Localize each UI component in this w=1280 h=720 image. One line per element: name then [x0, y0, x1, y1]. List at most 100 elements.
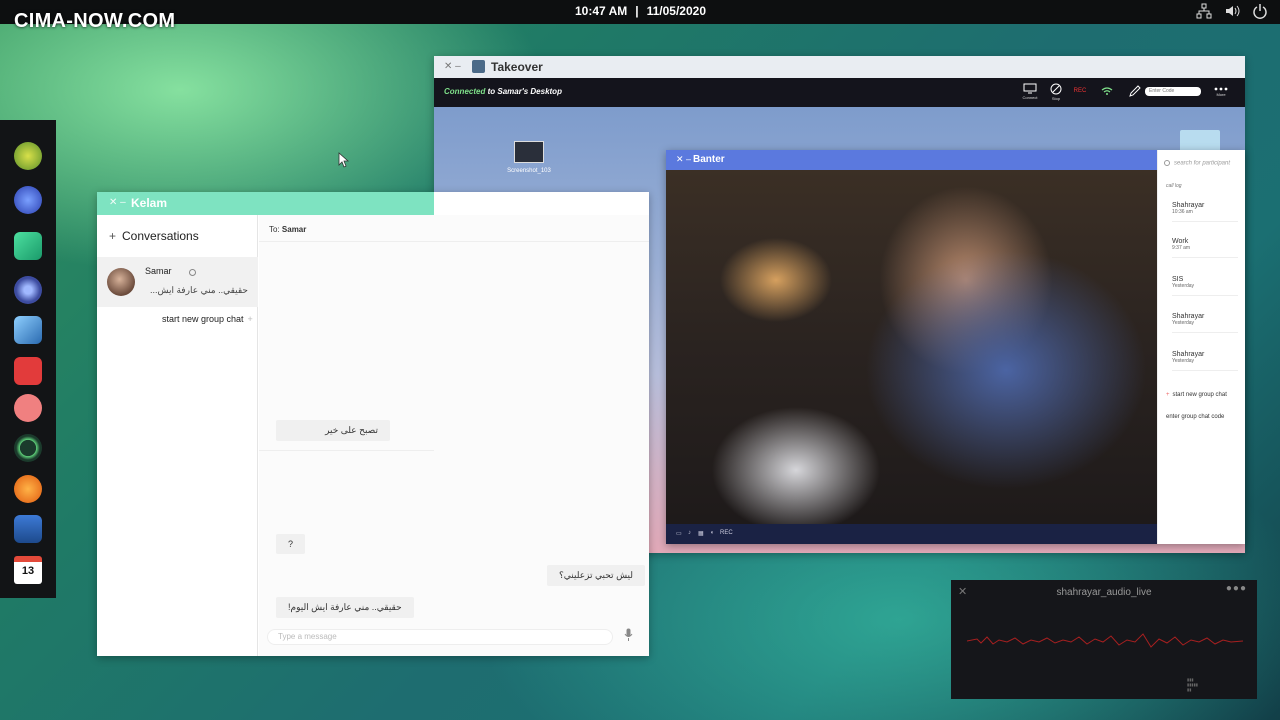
audio-app-icon[interactable]: [14, 394, 42, 422]
time-app-icon[interactable]: [14, 434, 42, 462]
calendar-app-icon[interactable]: 13: [14, 556, 42, 584]
more-button[interactable]: More: [1210, 87, 1232, 97]
monitor-icon: [1023, 83, 1037, 94]
video-rec-label[interactable]: REC: [720, 530, 733, 536]
call-log-name: SIS: [1172, 276, 1184, 283]
start-group-chat-link[interactable]: + start new group chat: [1166, 392, 1227, 398]
stop-button[interactable]: Stop: [1045, 83, 1067, 101]
message-bubble-outgoing: ليش تحبي تزعليني؟: [547, 565, 645, 586]
connect-label: Connect: [1022, 95, 1038, 100]
connect-button[interactable]: Connect: [1019, 83, 1041, 100]
window-controls[interactable]: ✕ –: [676, 154, 691, 165]
message-bubble: حقيقي.. مني عارفة ايش اليوم!: [276, 597, 414, 618]
call-log-item[interactable]: Shahrayar Yesterday: [1172, 313, 1238, 333]
pen-icon: [1128, 85, 1141, 97]
record-button[interactable]: REC: [1069, 88, 1091, 94]
video-controls: ▭ ♪ ▦ ◖ REC: [666, 524, 1157, 544]
plus-icon: +: [1166, 392, 1170, 398]
call-log-item[interactable]: Shahrayar 10:36 am: [1172, 202, 1238, 222]
video-feed: [666, 170, 1157, 524]
network-icon[interactable]: [1196, 3, 1212, 19]
microphone-icon[interactable]: [624, 628, 633, 642]
enter-code-input[interactable]: Enter Code: [1145, 87, 1201, 96]
to-label: To:: [269, 225, 280, 234]
grid-icon[interactable]: ▦: [698, 530, 704, 537]
top-bar: 10:47 AM | 11/05/2020: [0, 0, 1280, 24]
call-log-time: Yesterday: [1172, 320, 1195, 326]
speaker-icon[interactable]: ◖: [710, 530, 714, 536]
wifi-icon: [1101, 87, 1113, 95]
search-placeholder: search for participant: [1174, 160, 1231, 167]
planet-app-icon[interactable]: [14, 475, 42, 503]
call-log-name: Shahrayar: [1172, 313, 1205, 320]
lightning-app-icon[interactable]: [14, 186, 42, 214]
recipient-name: Samar: [281, 225, 307, 234]
mic-toggle-icon[interactable]: ♪: [688, 530, 691, 536]
banter-title: Banter: [693, 154, 725, 165]
lock-app-icon[interactable]: [14, 357, 42, 385]
call-log-time: Yesterday: [1172, 283, 1195, 289]
conversation-preview: حقيقي.. مني عارفة ايش...: [150, 285, 248, 295]
rec-label: REC: [1073, 88, 1087, 94]
window-controls[interactable]: ✕ –: [444, 61, 461, 72]
start-group-chat-label: start new group chat: [1172, 392, 1227, 398]
power-icon[interactable]: [1252, 3, 1268, 19]
wifi-button[interactable]: [1096, 86, 1118, 97]
add-conversation-icon[interactable]: +: [109, 229, 116, 243]
dice-app-icon[interactable]: [14, 316, 42, 344]
start-group-chat-label: start new group chat: [162, 314, 244, 324]
conversation-item[interactable]: Samar حقيقي.. مني عارفة ايش...: [97, 257, 258, 307]
call-log-time: Yesterday: [1172, 358, 1195, 364]
more-dots-icon[interactable]: ●●●: [1226, 583, 1247, 594]
watermark-logo: CIMA-NOW.COM: [14, 10, 176, 32]
leaf-app-icon[interactable]: [14, 142, 42, 170]
kelam-window: ✕ – Kelam + Conversations Samar حقيقي.. م…: [97, 192, 649, 656]
banter-titlebar[interactable]: ✕ – Banter: [666, 150, 1157, 170]
more-label: More: [1216, 92, 1226, 97]
document-app-icon[interactable]: [14, 515, 42, 543]
audio-monitor-window: ✕ shahrayar_audio_live ●●● ▮▮▮ ▮▮▮▮▮ ▮▮: [951, 580, 1257, 699]
window-controls[interactable]: ✕ –: [109, 197, 126, 208]
audio-title: shahrayar_audio_live: [1056, 587, 1152, 598]
conversations-header[interactable]: + Conversations: [109, 229, 199, 243]
enter-group-code-link[interactable]: enter group chat code: [1166, 414, 1224, 420]
pen-button[interactable]: [1123, 85, 1145, 99]
call-log-item[interactable]: Shahrayar Yesterday: [1172, 351, 1238, 371]
call-log-item[interactable]: Work 9:37 am: [1172, 238, 1238, 258]
kelam-title: Kelam: [131, 196, 168, 210]
search-icon: [1164, 160, 1170, 166]
camera-toggle-icon[interactable]: ▭: [676, 530, 682, 537]
call-log-time: 9:37 am: [1172, 245, 1191, 251]
mail-app-icon[interactable]: [14, 232, 42, 260]
level-meters: ▮▮▮ ▮▮▮▮▮ ▮▮: [1187, 677, 1199, 692]
conversation-name: Samar: [145, 266, 172, 276]
message-input[interactable]: Type a message: [267, 629, 613, 645]
message-bubble: ?: [276, 534, 306, 554]
kelam-titlebar[interactable]: ✕ – Kelam: [97, 192, 434, 215]
dock: 13: [0, 120, 56, 598]
stop-icon: [1050, 83, 1062, 95]
conversations-label: Conversations: [122, 229, 199, 243]
call-log-name: Work: [1172, 238, 1189, 245]
volume-icon[interactable]: [1224, 3, 1240, 19]
file-thumbnail[interactable]: [514, 141, 544, 163]
clock-time: 10:47 AM: [575, 4, 628, 18]
call-log-item[interactable]: SIS Yesterday: [1172, 276, 1238, 296]
takeover-titlebar[interactable]: ✕ – Takeover: [434, 56, 1245, 78]
chat-pane: To: Samar تصبح على خير ? ليش تحبي تزعلين…: [259, 215, 649, 656]
participant-search[interactable]: search for participant: [1164, 160, 1230, 167]
clock[interactable]: 10:47 AM | 11/05/2020: [575, 4, 706, 18]
takeover-app-icon: [472, 60, 485, 73]
connected-target: to Samar's Desktop: [487, 87, 562, 96]
call-log-name: Shahrayar: [1172, 351, 1205, 358]
camera-app-icon[interactable]: [14, 276, 42, 304]
start-group-chat-link[interactable]: start new group chat +: [162, 314, 253, 324]
presence-indicator: [189, 269, 196, 276]
banter-sidebar: search for participant call log Shahraya…: [1157, 150, 1245, 544]
calendar-day: 13: [21, 565, 35, 577]
recipient-header: To: Samar: [269, 225, 306, 234]
avatar: [107, 268, 135, 296]
call-log-label: call log: [1166, 183, 1182, 189]
more-dots-icon: [1214, 87, 1228, 91]
plus-icon: +: [247, 314, 253, 324]
